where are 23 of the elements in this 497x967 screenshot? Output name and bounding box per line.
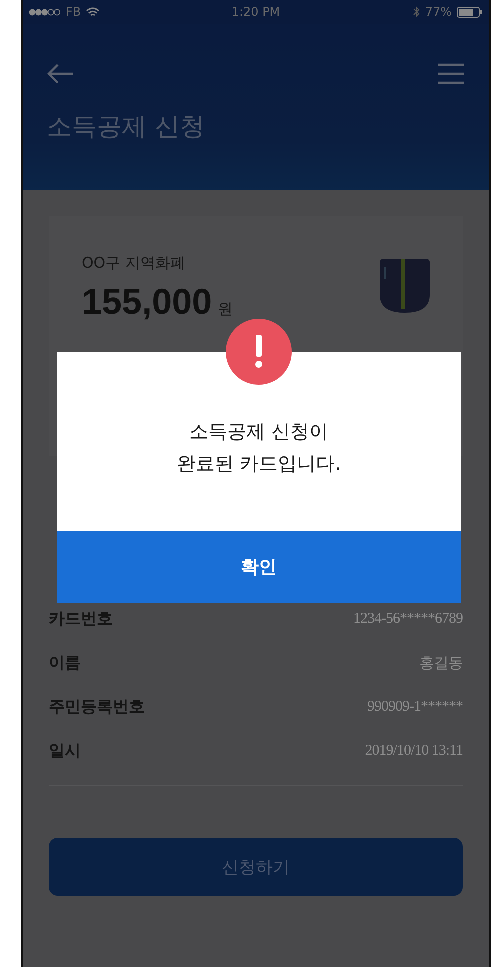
detail-value: 2019/10/10 13:11 — [365, 742, 463, 760]
detail-value: 990909-1****** — [368, 698, 463, 716]
back-arrow-icon[interactable] — [47, 64, 75, 84]
battery-icon — [456, 6, 483, 18]
detail-label: 이름 — [49, 652, 81, 674]
card-icon — [380, 259, 430, 313]
battery-percentage: 77% — [425, 5, 452, 19]
balance-amount: 155,000 — [82, 281, 212, 323]
detail-value: 홍길동 — [420, 654, 463, 672]
card-name: OO구 지역화폐 — [82, 254, 186, 273]
currency-unit: 원 — [218, 300, 234, 319]
menu-icon[interactable] — [437, 63, 465, 85]
confirm-button[interactable]: 확인 — [57, 531, 461, 603]
wifi-icon — [86, 6, 100, 18]
page-title: 소득공제 신청 — [47, 111, 206, 143]
bluetooth-icon — [413, 6, 420, 18]
detail-label: 주민등록번호 — [49, 696, 145, 718]
detail-label: 카드번호 — [49, 608, 113, 630]
carrier-label: FB — [66, 5, 82, 19]
detail-value: 1234-56*****6789 — [354, 610, 463, 628]
dialog-message: 소득공제 신청이 완료된 카드입니다. — [176, 420, 342, 477]
status-time: 1:20 PM — [232, 5, 280, 19]
signal-icon — [29, 8, 61, 16]
